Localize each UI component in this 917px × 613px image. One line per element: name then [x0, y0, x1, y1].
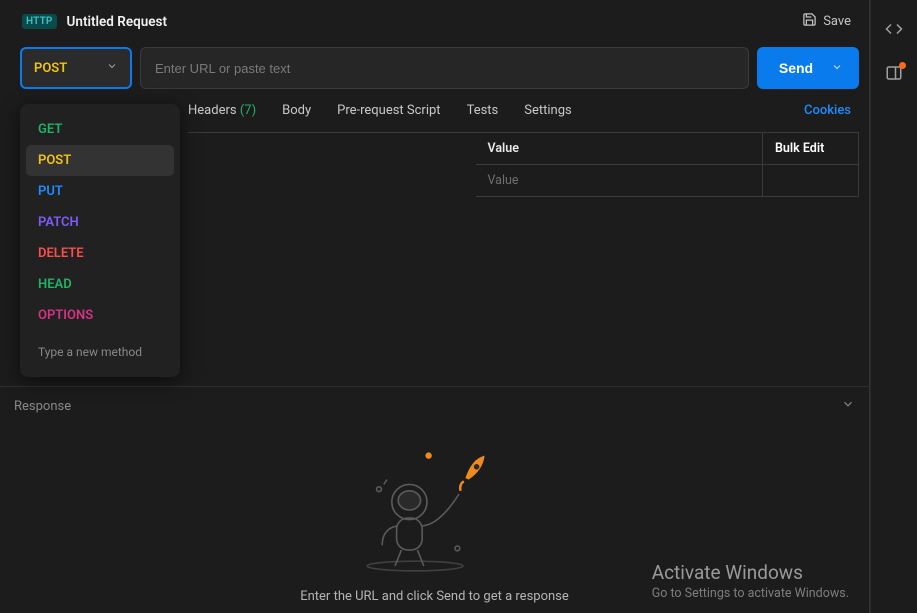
code-icon[interactable] — [885, 20, 903, 38]
cookies-link[interactable]: Cookies — [804, 103, 851, 118]
method-option-get[interactable]: GET — [26, 114, 174, 145]
notification-dot — [899, 62, 906, 69]
send-button[interactable]: Send — [757, 47, 859, 89]
tab-body[interactable]: Body — [282, 103, 311, 118]
method-option-post[interactable]: POST — [26, 145, 174, 176]
astronaut-illustration — [355, 445, 515, 579]
save-button[interactable]: Save — [802, 12, 851, 31]
watermark-line2: Go to Settings to activate Windows. — [652, 586, 849, 601]
method-current: POST — [34, 61, 67, 76]
tab-tests[interactable]: Tests — [467, 103, 499, 118]
method-option-patch[interactable]: PATCH — [26, 207, 174, 238]
row-actions — [763, 165, 859, 197]
method-option-head[interactable]: HEAD — [26, 269, 174, 300]
tab-headers[interactable]: Headers (7) — [188, 103, 256, 118]
method-dropdown: GETPOSTPUTPATCHDELETEHEADOPTIONSType a n… — [20, 104, 180, 377]
tab-prerequest[interactable]: Pre-request Script — [337, 103, 440, 118]
sidebar-panel-icon[interactable] — [885, 64, 903, 82]
send-label: Send — [779, 60, 813, 76]
response-collapse-toggle[interactable] — [841, 397, 855, 415]
tab-headers-label: Headers — [188, 103, 237, 118]
value-cell[interactable]: Value — [476, 165, 764, 197]
save-label: Save — [823, 14, 851, 29]
chevron-down-icon — [106, 60, 118, 76]
col-value-header: Value — [476, 133, 764, 165]
tab-headers-count: (7) — [240, 103, 256, 118]
response-empty-message: Enter the URL and click Send to get a re… — [300, 589, 569, 604]
bulk-edit-button[interactable]: Bulk Edit — [763, 133, 859, 165]
response-title: Response — [14, 399, 71, 414]
url-input[interactable] — [140, 47, 749, 89]
method-option-put[interactable]: PUT — [26, 176, 174, 207]
method-new-hint[interactable]: Type a new method — [26, 331, 174, 363]
method-option-delete[interactable]: DELETE — [26, 238, 174, 269]
windows-activation-watermark: Activate Windows Go to Settings to activ… — [652, 561, 849, 601]
request-title: Untitled Request — [67, 14, 167, 30]
method-select[interactable]: POST — [20, 47, 132, 89]
chevron-down-icon — [831, 60, 843, 76]
http-badge: HTTP — [22, 14, 57, 29]
save-icon — [802, 12, 817, 31]
watermark-line1: Activate Windows — [652, 561, 849, 584]
tab-settings[interactable]: Settings — [524, 103, 571, 118]
method-option-options[interactable]: OPTIONS — [26, 300, 174, 331]
